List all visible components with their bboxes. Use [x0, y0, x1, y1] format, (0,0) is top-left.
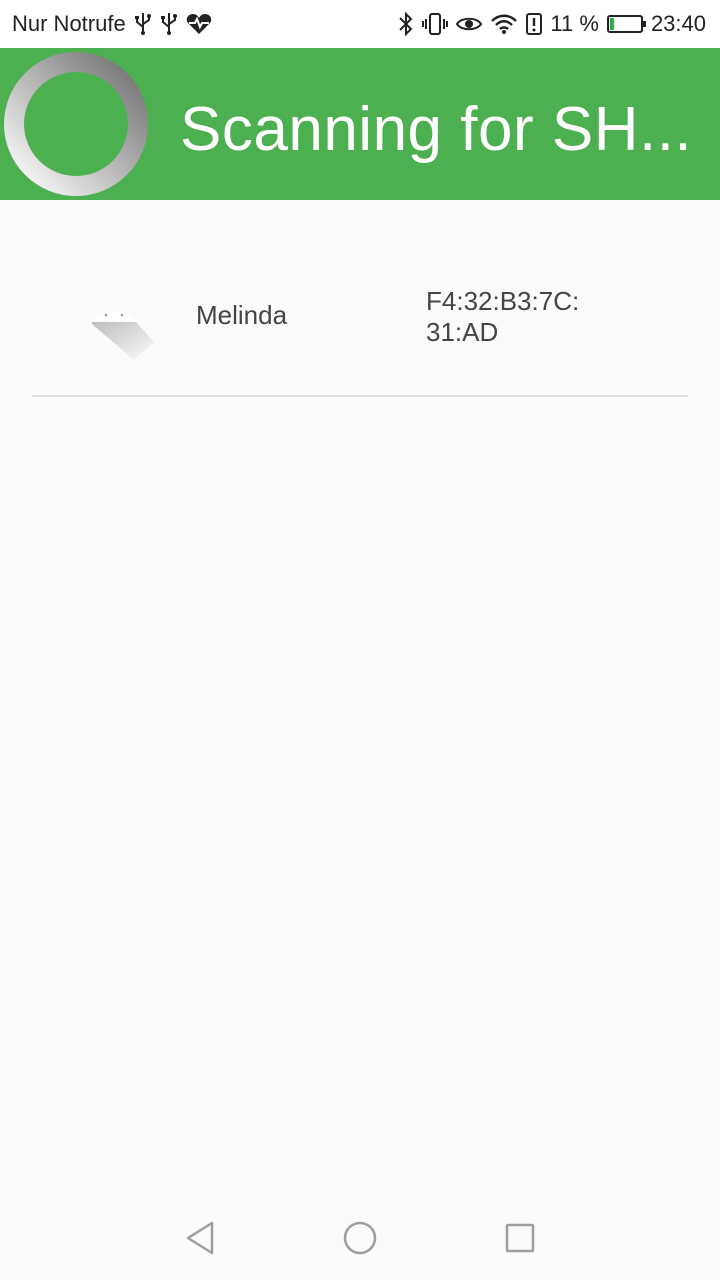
eye-icon: [456, 10, 483, 38]
loading-spinner-icon: [4, 52, 148, 196]
back-button[interactable]: [178, 1216, 222, 1260]
status-bar-left: Nur Notrufe: [12, 10, 212, 38]
status-bar-right: 11 % 23:40: [398, 10, 706, 38]
navigation-bar: [0, 1196, 720, 1280]
vibrate-icon: [422, 10, 449, 38]
usb-icon: [160, 10, 178, 38]
battery-percent-label: 11 %: [550, 11, 599, 36]
usb-icon: [134, 10, 152, 38]
device-icon: [92, 311, 154, 360]
wifi-icon: [490, 10, 518, 38]
device-list-item[interactable]: Melinda F4:32:B3:7C: 31:AD: [32, 200, 688, 397]
heart-rate-icon: [186, 10, 212, 38]
battery-level-fill: [609, 18, 614, 30]
home-button[interactable]: [338, 1216, 382, 1260]
app-bar: Scanning for SH...: [0, 48, 720, 200]
app-title: Scanning for SH...: [180, 95, 693, 164]
clock: 23:40: [650, 11, 706, 36]
home-icon: [343, 1221, 377, 1255]
device-name: Melinda: [196, 300, 288, 330]
device-list[interactable]: Melinda F4:32:B3:7C: 31:AD: [32, 200, 688, 397]
recents-icon: [505, 1223, 535, 1253]
carrier-label: Nur Notrufe: [12, 11, 126, 36]
status-bar: Nur Notrufe 11 % 23:40: [0, 0, 720, 48]
alert-icon: [526, 10, 543, 38]
bluetooth-icon: [398, 10, 414, 38]
battery-charging-icon: [606, 15, 646, 33]
screen: Nur Notrufe 11 % 23:40 Scanning for SH..…: [0, 0, 720, 1280]
device-mac-address: F4:32:B3:7C: 31:AD: [426, 286, 580, 347]
back-icon: [186, 1221, 214, 1255]
recents-button[interactable]: [498, 1216, 542, 1260]
